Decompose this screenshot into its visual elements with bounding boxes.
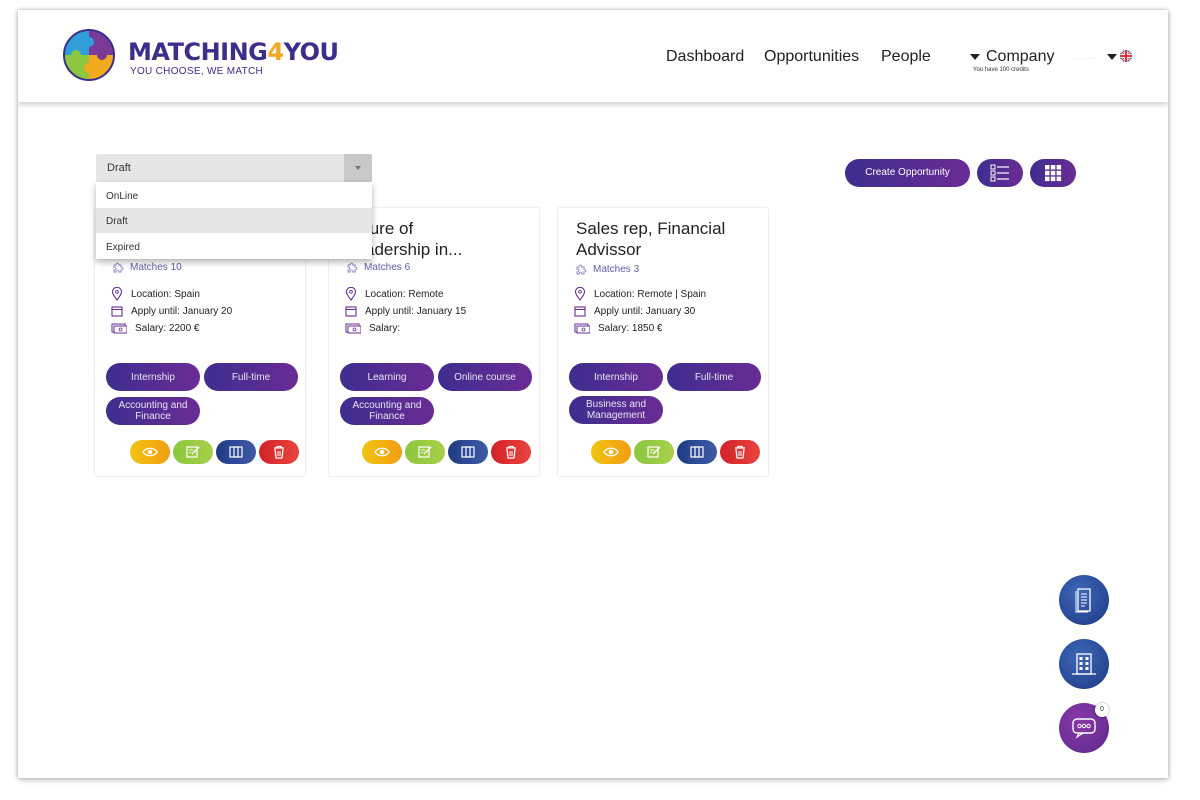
money-icon <box>111 323 127 334</box>
uk-flag-icon[interactable] <box>1120 50 1132 62</box>
apply-until-info: Apply until: January 15 <box>345 305 466 317</box>
opportunity-card[interactable]: Sales rep, Financial Advissor Matches 3 … <box>558 208 768 476</box>
nav-opportunities[interactable]: Opportunities <box>764 48 859 66</box>
brand-name[interactable]: MATCHING4YOU <box>128 39 339 65</box>
delete-button[interactable] <box>491 440 531 464</box>
status-filter-dropdown: OnLine Draft Expired <box>96 182 372 259</box>
list-icon <box>990 164 1009 182</box>
matches-link[interactable]: Matches 6 <box>346 261 410 273</box>
money-icon <box>574 323 590 334</box>
list-view-button[interactable] <box>977 159 1023 187</box>
duplicate-button[interactable] <box>677 440 717 464</box>
location-pin-icon <box>111 287 123 301</box>
salary-info: Salary: <box>345 322 400 334</box>
matches-link[interactable]: Matches 3 <box>575 263 639 275</box>
location-pin-icon <box>345 287 357 301</box>
card-title[interactable]: ture of adership in... <box>365 218 539 260</box>
puzzle-icon <box>347 262 358 273</box>
duplicate-button[interactable] <box>216 440 256 464</box>
delete-button[interactable] <box>259 440 299 464</box>
select-toggle-button[interactable] <box>344 154 372 182</box>
edit-icon <box>186 446 200 458</box>
puzzle-icon <box>113 262 124 273</box>
copy-icon <box>461 446 475 458</box>
eye-icon <box>142 447 158 457</box>
location-info: Location: Spain <box>111 287 200 301</box>
tag-chip[interactable]: Internship <box>106 363 200 391</box>
tag-chip[interactable]: Online course <box>438 363 532 391</box>
trash-icon <box>735 445 745 459</box>
nav-people[interactable]: People <box>881 48 931 66</box>
dropdown-option-online[interactable]: OnLine <box>96 183 372 208</box>
calendar-icon <box>574 306 586 317</box>
location-info: Location: Remote | Spain <box>574 287 706 301</box>
create-opportunity-button[interactable]: Create Opportunity <box>845 159 970 187</box>
brand-tagline: YOU CHOOSE, WE MATCH <box>130 66 264 77</box>
money-icon <box>345 323 361 334</box>
tag-chip[interactable]: Full-time <box>204 363 298 391</box>
card-title[interactable]: Sales rep, Financial Advissor <box>576 218 756 260</box>
status-filter-select[interactable]: Draft <box>96 154 372 182</box>
app-window: MATCHING4YOU YOU CHOOSE, WE MATCH Dashbo… <box>18 10 1168 778</box>
tag-chip[interactable]: Accounting and Finance <box>106 397 200 425</box>
nav-company-menu[interactable]: Company <box>970 48 1054 66</box>
view-button[interactable] <box>130 440 170 464</box>
credits-text: You have 100 credits <box>973 67 1029 73</box>
location-info: Location: Remote <box>345 287 443 301</box>
tag-chip[interactable]: Learning <box>340 363 434 391</box>
matches-link[interactable]: Matches 10 <box>112 261 182 273</box>
calendar-icon <box>345 306 357 317</box>
eye-icon <box>603 447 619 457</box>
building-icon <box>1072 653 1096 675</box>
company-label: Company <box>986 48 1055 65</box>
puzzle-icon <box>576 264 587 275</box>
location-pin-icon <box>574 287 586 301</box>
dropdown-option-draft[interactable]: Draft <box>96 208 372 233</box>
view-button[interactable] <box>591 440 631 464</box>
copy-icon <box>690 446 704 458</box>
nav-dashboard[interactable]: Dashboard <box>666 48 744 66</box>
grid-view-button[interactable] <box>1030 159 1076 187</box>
tag-chip[interactable]: Accounting and Finance <box>340 397 434 425</box>
language-caret-icon[interactable] <box>1107 54 1117 60</box>
caret-down-icon <box>970 54 980 60</box>
chat-unread-badge: 0 <box>1095 703 1109 717</box>
edit-button[interactable] <box>173 440 213 464</box>
tag-chip[interactable]: Internship <box>569 363 663 391</box>
trash-icon <box>274 445 284 459</box>
edit-button[interactable] <box>634 440 674 464</box>
salary-info: Salary: 2200 € <box>111 322 200 334</box>
separator-dots: ········ <box>1073 56 1097 62</box>
top-header: MATCHING4YOU YOU CHOOSE, WE MATCH Dashbo… <box>18 10 1168 102</box>
trash-icon <box>506 445 516 459</box>
apply-until-info: Apply until: January 30 <box>574 305 695 317</box>
delete-button[interactable] <box>720 440 760 464</box>
copy-icon <box>229 446 243 458</box>
apply-until-info: Apply until: January 20 <box>111 305 232 317</box>
documents-fab-button[interactable] <box>1059 575 1109 625</box>
grid-icon <box>1045 165 1062 182</box>
status-filter-value: Draft <box>107 162 131 174</box>
company-fab-button[interactable] <box>1059 639 1109 689</box>
puzzle-logo-icon[interactable] <box>62 28 116 82</box>
edit-button[interactable] <box>405 440 445 464</box>
salary-info: Salary: 1850 € <box>574 322 663 334</box>
duplicate-button[interactable] <box>448 440 488 464</box>
eye-icon <box>374 447 390 457</box>
document-icon <box>1075 588 1091 613</box>
dropdown-option-expired[interactable]: Expired <box>96 234 372 259</box>
edit-icon <box>418 446 432 458</box>
chat-bubble-icon <box>1072 718 1096 739</box>
view-button[interactable] <box>362 440 402 464</box>
caret-down-icon <box>355 166 361 170</box>
tag-chip[interactable]: Business and Management <box>569 396 663 424</box>
calendar-icon <box>111 306 123 317</box>
edit-icon <box>647 446 661 458</box>
tag-chip[interactable]: Full-time <box>667 363 761 391</box>
